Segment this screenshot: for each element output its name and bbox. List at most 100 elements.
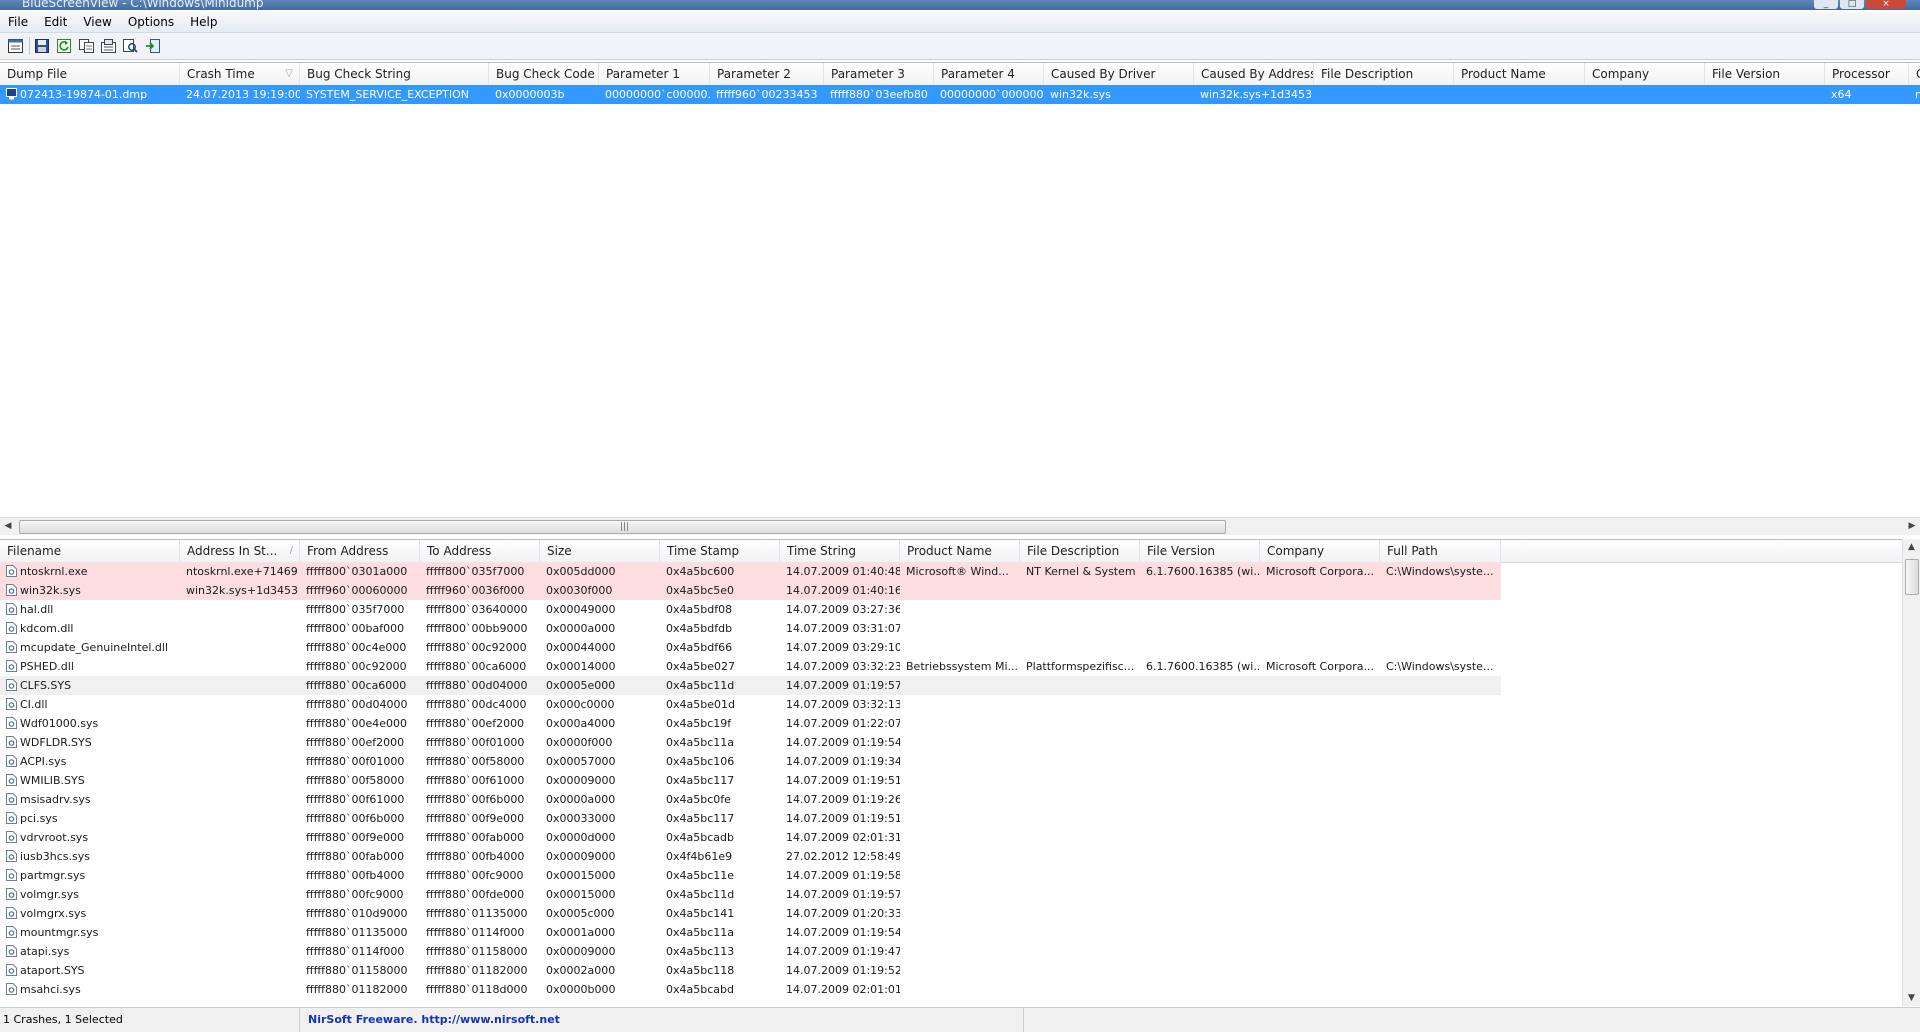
menu-edit[interactable]: Edit bbox=[36, 15, 75, 29]
driver-row[interactable]: iusb3hcs.sys fffff880`00fab000 fffff880`00… bbox=[0, 847, 1920, 866]
menu-file[interactable]: File bbox=[0, 15, 36, 29]
cell-file-description bbox=[1020, 809, 1140, 828]
scroll-down-icon[interactable]: ▼ bbox=[1903, 990, 1920, 1006]
cell-file-version bbox=[1140, 638, 1260, 657]
cell-time-stamp: 0x4a5bc11a bbox=[666, 736, 735, 749]
cell-time-stamp: 0x4a5be01d bbox=[666, 698, 735, 711]
column-header-parameter-2[interactable]: Parameter 2 bbox=[710, 63, 824, 85]
dump-file-icon bbox=[6, 88, 17, 100]
menu-help[interactable]: Help bbox=[182, 15, 225, 29]
column-header-file-description[interactable]: File Description bbox=[1314, 63, 1454, 85]
column-header-file-description[interactable]: File Description bbox=[1020, 540, 1140, 562]
vertical-scrollbar[interactable]: ▲ ▼ bbox=[1902, 539, 1920, 1006]
column-header-bug-check-code[interactable]: Bug Check Code bbox=[489, 63, 599, 85]
driver-row[interactable]: win32k.sys win32k.sys+1d3453 fffff960`0006… bbox=[0, 581, 1501, 600]
column-header-from-address[interactable]: From Address bbox=[300, 540, 420, 562]
close-button[interactable]: × bbox=[1866, 0, 1906, 9]
column-header-filename[interactable]: Filename bbox=[0, 540, 180, 562]
driver-row[interactable]: pci.sys fffff880`00f6b000 fffff880`00f9e00… bbox=[0, 809, 1920, 828]
column-header-crash-time[interactable]: Crash Time ▽ bbox=[180, 63, 300, 85]
column-header-size[interactable]: Size bbox=[540, 540, 660, 562]
driver-row[interactable]: CLFS.SYS fffff880`00ca6000 fffff880`00d040… bbox=[0, 676, 1501, 695]
cell-to-address: fffff880`00d04000 bbox=[426, 679, 528, 692]
cell-company bbox=[1260, 866, 1380, 885]
driver-row[interactable]: Wdf01000.sys fffff880`00e4e000 fffff880`00… bbox=[0, 714, 1920, 733]
driver-row[interactable]: atapi.sys fffff880`0114f000 fffff880`01158… bbox=[0, 942, 1920, 961]
driver-row[interactable]: volmgr.sys fffff880`00fc9000 fffff880`00fd… bbox=[0, 885, 1920, 904]
scroll-right-icon[interactable]: ▶ bbox=[1904, 519, 1920, 533]
cell-product-name bbox=[900, 847, 1020, 866]
crash-row[interactable]: 072413-19874-01.dmp 24.07.2013 19:19:00 … bbox=[0, 85, 1920, 104]
driver-list[interactable]: Filename Address In St... / From Address … bbox=[0, 539, 1920, 1007]
column-header-crash-address[interactable]: C bbox=[1909, 63, 1920, 85]
menu-options[interactable]: Options bbox=[120, 15, 182, 29]
driver-row[interactable]: msahci.sys fffff880`01182000 fffff880`0118… bbox=[0, 980, 1920, 999]
maximize-button[interactable]: □ bbox=[1840, 0, 1864, 9]
menu-view[interactable]: View bbox=[75, 15, 119, 29]
column-header-dump-file[interactable]: Dump File bbox=[0, 63, 180, 85]
driver-row[interactable]: partmgr.sys fffff880`00fb4000 fffff880`00f… bbox=[0, 866, 1920, 885]
driver-row[interactable]: PSHED.dll fffff880`00c92000 fffff880`00ca6… bbox=[0, 657, 1920, 676]
cell-to-address: fffff880`00fc9000 bbox=[426, 869, 524, 882]
column-header-company[interactable]: Company bbox=[1585, 63, 1705, 85]
driver-row[interactable]: WMILIB.SYS fffff880`00f58000 fffff880`00f6… bbox=[0, 771, 1920, 790]
cell-product-name: Microsoft® Wind... bbox=[906, 565, 1009, 578]
driver-row[interactable]: mcupdate_GenuineIntel.dll fffff880`00c4e0… bbox=[0, 638, 1920, 657]
cell-filename: ACPI.sys bbox=[0, 752, 180, 771]
crash-list[interactable]: Dump File Crash Time ▽ Bug Check String B… bbox=[0, 62, 1920, 521]
cell-to-address: fffff880`00f61000 bbox=[426, 774, 525, 787]
cell-company bbox=[1260, 695, 1380, 714]
cell-file-version bbox=[1140, 600, 1260, 619]
column-header-file-version[interactable]: File Version bbox=[1705, 63, 1825, 85]
column-header-parameter-1[interactable]: Parameter 1 bbox=[599, 63, 710, 85]
column-header-processor[interactable]: Processor bbox=[1825, 63, 1909, 85]
column-header-product-name[interactable]: Product Name bbox=[900, 540, 1020, 562]
driver-row[interactable]: ntoskrnl.exe ntoskrnl.exe+71469 fffff800`0… bbox=[0, 562, 1501, 581]
cell-parameter-2: fffff960`00233453 bbox=[716, 88, 818, 101]
horizontal-scroll-thumb[interactable]: ||| bbox=[19, 520, 1226, 534]
find-icon[interactable] bbox=[121, 37, 139, 55]
driver-row[interactable]: msisadrv.sys fffff880`00f61000 fffff880`00… bbox=[0, 790, 1920, 809]
properties-icon[interactable] bbox=[99, 37, 117, 55]
driver-row[interactable]: CI.dll fffff880`00d04000 fffff880`00dc4000… bbox=[0, 695, 1920, 714]
column-header-full-path[interactable]: Full Path bbox=[1380, 540, 1501, 562]
driver-row[interactable]: WDFLDR.SYS fffff880`00ef2000 fffff880`00f0… bbox=[0, 733, 1920, 752]
sort-arrow-icon: ▽ bbox=[285, 68, 293, 79]
driver-row[interactable]: kdcom.dll fffff800`00baf000 fffff800`00bb9… bbox=[0, 619, 1920, 638]
column-header-to-address[interactable]: To Address bbox=[420, 540, 540, 562]
column-header-caused-by-address[interactable]: Caused By Address bbox=[1194, 63, 1314, 85]
scroll-left-icon[interactable]: ◀ bbox=[0, 519, 16, 533]
column-header-parameter-3[interactable]: Parameter 3 bbox=[824, 63, 934, 85]
column-header-address-in-stack[interactable]: Address In St... / bbox=[180, 540, 300, 562]
column-header-file-version[interactable]: File Version bbox=[1140, 540, 1260, 562]
save-icon[interactable] bbox=[33, 37, 51, 55]
column-header-caused-by-driver[interactable]: Caused By Driver bbox=[1044, 63, 1194, 85]
copy-icon[interactable] bbox=[77, 37, 95, 55]
horizontal-scrollbar[interactable]: ◀ ||| ▶ bbox=[0, 517, 1920, 535]
scroll-up-icon[interactable]: ▲ bbox=[1903, 539, 1920, 555]
cell-time-string: 14.07.2009 01:19:58 bbox=[786, 869, 900, 882]
vertical-scroll-thumb[interactable] bbox=[1905, 559, 1919, 595]
column-header-product-name[interactable]: Product Name bbox=[1454, 63, 1585, 85]
driver-row[interactable]: hal.dll fffff800`035f7000 fffff800`0364000… bbox=[0, 600, 1920, 619]
driver-file-icon bbox=[6, 850, 17, 862]
column-header-time-stamp[interactable]: Time Stamp bbox=[660, 540, 780, 562]
driver-row[interactable]: ACPI.sys fffff880`00f01000 fffff880`00f580… bbox=[0, 752, 1920, 771]
exit-icon[interactable] bbox=[143, 37, 161, 55]
cell-time-string: 14.07.2009 01:19:26 bbox=[786, 793, 900, 806]
driver-row[interactable]: ataport.SYS fffff880`01158000 fffff880`011… bbox=[0, 961, 1920, 980]
cell-from-address: fffff880`00f9e000 bbox=[306, 831, 405, 844]
nirsoft-link[interactable]: NirSoft Freeware. http://www.nirsoft.net bbox=[300, 1008, 1024, 1032]
column-header-company[interactable]: Company bbox=[1260, 540, 1380, 562]
driver-row[interactable]: mountmgr.sys fffff880`01135000 fffff880`01… bbox=[0, 923, 1920, 942]
cell-file-version bbox=[1140, 581, 1260, 600]
html-report-icon[interactable] bbox=[6, 37, 24, 55]
column-header-time-string[interactable]: Time String bbox=[780, 540, 900, 562]
column-header-bug-check-string[interactable]: Bug Check String bbox=[300, 63, 489, 85]
minimize-button[interactable]: _ bbox=[1814, 0, 1838, 9]
refresh-icon[interactable] bbox=[55, 37, 73, 55]
cell-filename-text: volmgrx.sys bbox=[20, 907, 87, 920]
driver-row[interactable]: vdrvroot.sys fffff880`00f9e000 fffff880`00… bbox=[0, 828, 1920, 847]
column-header-parameter-4[interactable]: Parameter 4 bbox=[934, 63, 1044, 85]
driver-row[interactable]: volmgrx.sys fffff880`010d9000 fffff880`011… bbox=[0, 904, 1920, 923]
